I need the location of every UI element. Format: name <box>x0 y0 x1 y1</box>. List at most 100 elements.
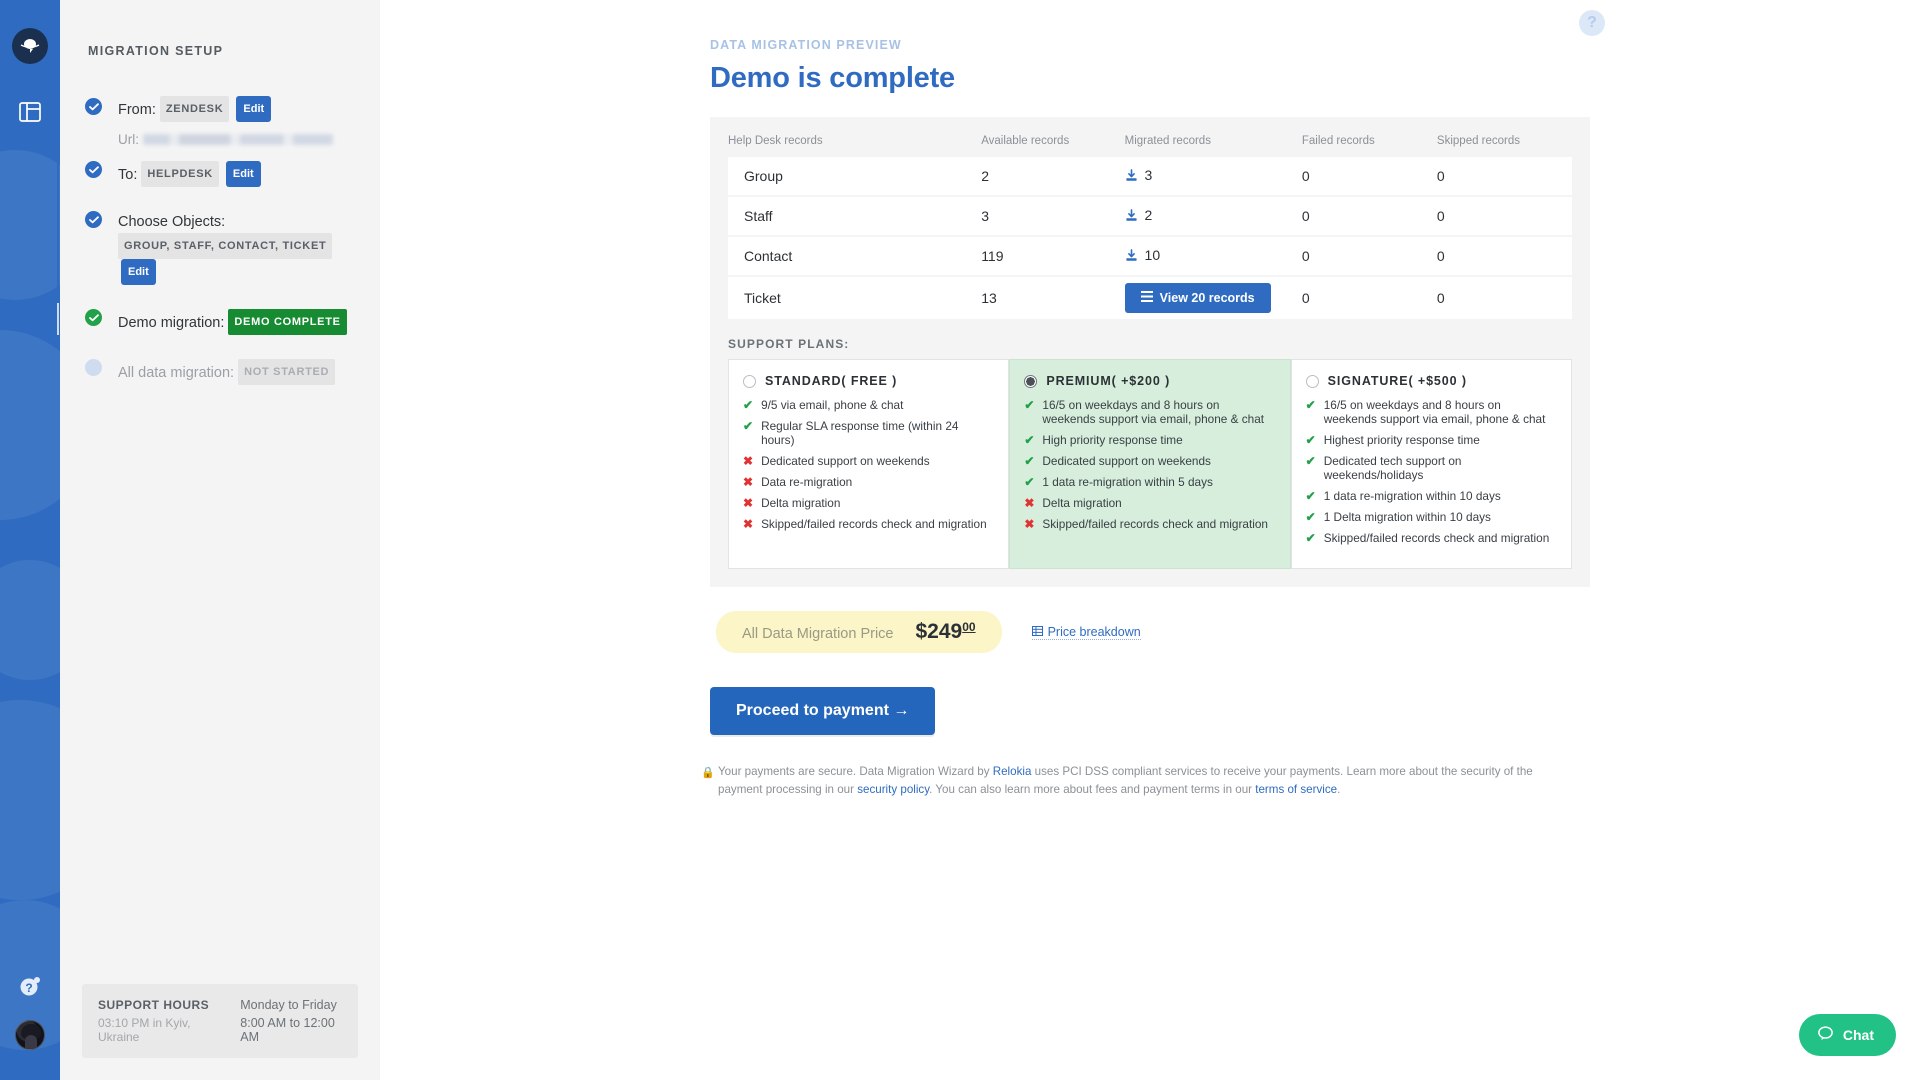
check-icon: ✔ <box>1306 454 1316 482</box>
plan-standard[interactable]: STANDARD( FREE ) ✔9/5 via email, phone &… <box>728 359 1009 569</box>
step-to-edit-button[interactable]: Edit <box>226 161 261 187</box>
cell-record-type: Contact <box>728 236 981 276</box>
step-url-label: Url: <box>118 132 139 147</box>
relokia-link[interactable]: Relokia <box>993 765 1032 778</box>
check-icon: ✔ <box>1024 454 1034 468</box>
check-icon: ✔ <box>1024 433 1034 447</box>
plan-feature-text: Dedicated tech support on weekends/holid… <box>1324 454 1557 482</box>
plan-feature-text: 9/5 via email, phone & chat <box>761 398 903 412</box>
cross-icon: ✖ <box>1024 496 1034 510</box>
support-hours-times: 8:00 AM to 12:00 AM <box>240 1016 342 1044</box>
plan-premium-radio[interactable] <box>1024 375 1037 388</box>
plan-signature-radio[interactable] <box>1306 375 1319 388</box>
view-records-button-label: View 20 records <box>1160 291 1255 305</box>
plan-feature: ✔1 Delta migration within 10 days <box>1306 510 1557 524</box>
security-policy-link[interactable]: security policy <box>857 783 929 796</box>
plan-feature: ✔16/5 on weekdays and 8 hours on weekend… <box>1306 398 1557 426</box>
step-from-edit-button[interactable]: Edit <box>236 96 271 122</box>
plan-standard-radio[interactable] <box>743 375 756 388</box>
help-icon[interactable]: ? <box>0 970 60 1002</box>
cell-migrated[interactable]: 2 <box>1125 196 1302 236</box>
cell-migrated[interactable]: 3 <box>1125 157 1302 196</box>
plan-feature-text: High priority response time <box>1042 433 1182 447</box>
cross-icon: ✖ <box>743 517 753 531</box>
download-icon[interactable] <box>1125 169 1142 185</box>
content-column: DATA MIGRATION PREVIEW Demo is complete … <box>710 0 1590 799</box>
view-records-button[interactable]: View 20 records <box>1125 283 1271 313</box>
cell-record-type: Ticket <box>728 276 981 320</box>
plan-premium[interactable]: PREMIUM( +$200 ) ✔16/5 on weekdays and 8… <box>1009 359 1290 569</box>
avatar-image <box>15 1020 45 1050</box>
cell-failed: 0 <box>1302 157 1437 196</box>
terms-of-service-link[interactable]: terms of service <box>1255 783 1337 796</box>
support-hours-local-time: 03:10 PM in Kyiv, Ukraine <box>98 1016 218 1044</box>
secure-payment-note: 🔒Your payments are secure. Data Migratio… <box>710 763 1570 799</box>
table-row: Contact 119 10 0 0 <box>728 236 1572 276</box>
svg-text:?: ? <box>25 981 32 995</box>
step-connector <box>57 303 59 335</box>
cross-icon: ✖ <box>743 475 753 489</box>
records-table-body: Group 2 3 0 0 <box>728 157 1572 320</box>
chat-widget-button[interactable]: Chat <box>1799 1014 1896 1056</box>
price-dollars: $249 <box>916 620 963 643</box>
cell-failed: 0 <box>1302 236 1437 276</box>
step-all-data-migration: All data migration: NOT STARTED <box>118 359 358 385</box>
step-choose-objects: Choose Objects: GROUP, STAFF, CONTACT, T… <box>118 211 358 285</box>
cell-migrated-value: 3 <box>1145 167 1153 183</box>
plan-signature[interactable]: SIGNATURE( +$500 ) ✔16/5 on weekdays and… <box>1291 359 1572 569</box>
step-connector <box>57 223 59 303</box>
download-icon[interactable] <box>1125 249 1142 265</box>
cell-available: 13 <box>981 276 1124 320</box>
plan-feature-text: Highest priority response time <box>1324 433 1480 447</box>
check-icon: ✔ <box>1306 510 1316 524</box>
table-header-row: Help Desk records Available records Migr… <box>728 131 1572 157</box>
cell-record-type: Staff <box>728 196 981 236</box>
check-icon: ✔ <box>1024 398 1034 426</box>
table-row: Group 2 3 0 0 <box>728 157 1572 196</box>
page-title: Demo is complete <box>710 62 1590 95</box>
price-breakdown-link[interactable]: Price breakdown <box>1032 625 1141 640</box>
avatar[interactable] <box>0 1018 60 1052</box>
download-icon[interactable] <box>1125 209 1142 225</box>
check-icon <box>85 98 102 115</box>
check-icon: ✔ <box>1306 489 1316 503</box>
migration-steps: From: ZENDESK Edit Url: To: HELPDESK Edi… <box>82 96 358 385</box>
step-demo-migration-label: Demo migration: <box>118 315 224 331</box>
th-migrated-records: Migrated records <box>1125 131 1302 157</box>
cell-skipped: 0 <box>1437 196 1572 236</box>
plan-premium-head: PREMIUM( +$200 ) <box>1024 374 1275 388</box>
check-icon: ✔ <box>1306 531 1316 545</box>
check-icon: ✔ <box>743 419 753 447</box>
step-demo-migration: Demo migration: DEMO COMPLETE <box>118 309 358 335</box>
step-url-row: Url: <box>118 132 358 147</box>
th-skipped-records: Skipped records <box>1437 131 1572 157</box>
plan-feature-text: 16/5 on weekdays and 8 hours on weekends… <box>1324 398 1557 426</box>
plan-signature-name: SIGNATURE( +$500 ) <box>1328 374 1467 388</box>
plan-feature: ✔Highest priority response time <box>1306 433 1557 447</box>
price-breakdown-label: Price breakdown <box>1048 625 1141 639</box>
plan-feature-text: 1 data re-migration within 5 days <box>1042 475 1213 489</box>
step-url-value-blurred <box>143 134 333 145</box>
cell-skipped: 0 <box>1437 236 1572 276</box>
price-row: All Data Migration Price $24900 Price br… <box>710 611 1590 653</box>
records-table-head: Help Desk records Available records Migr… <box>728 131 1572 157</box>
help-icon[interactable]: ? <box>1579 10 1605 36</box>
proceed-to-payment-button[interactable]: Proceed to payment → <box>710 687 935 735</box>
plan-feature: ✖Dedicated support on weekends <box>743 454 994 468</box>
plan-feature: ✖Delta migration <box>743 496 994 510</box>
cell-migrated[interactable]: 10 <box>1125 236 1302 276</box>
status-badge-demo-complete: DEMO COMPLETE <box>228 309 346 335</box>
dashboard-icon[interactable] <box>0 96 60 128</box>
table-icon <box>1032 625 1043 639</box>
secure-note-part3: . You can also learn more about fees and… <box>929 783 1255 796</box>
step-demo-migration-row: Demo migration: DEMO COMPLETE <box>118 309 358 335</box>
plan-signature-head: SIGNATURE( +$500 ) <box>1306 374 1557 388</box>
check-icon: ✔ <box>743 398 753 412</box>
plan-feature: ✖Delta migration <box>1024 496 1275 510</box>
support-hours-days: Monday to Friday <box>240 998 342 1012</box>
plan-feature-text: Skipped/failed records check and migrati… <box>1042 517 1268 531</box>
planet-logo-icon[interactable] <box>12 28 48 64</box>
step-choose-objects-edit-button[interactable]: Edit <box>121 259 156 285</box>
step-from: From: ZENDESK Edit Url: <box>118 96 358 147</box>
plan-feature-text: Dedicated support on weekends <box>1042 454 1211 468</box>
